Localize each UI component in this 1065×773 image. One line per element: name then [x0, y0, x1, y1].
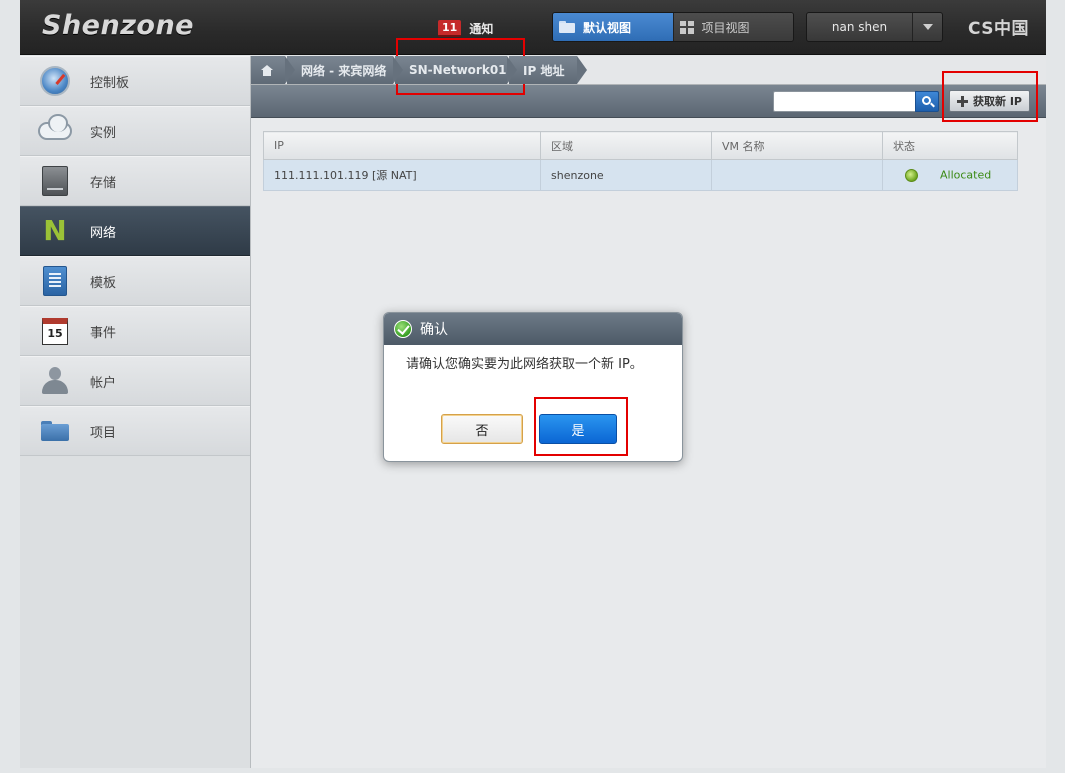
tab-default-view[interactable]: 默认视图 [553, 13, 673, 41]
home-icon [261, 64, 273, 76]
toolbar: 获取新 IP [251, 85, 1046, 118]
sidebar: 控制板 实例 存储 N 网络 模板 15 事件 帐户 项目 [20, 56, 251, 768]
window-bottom-edge [0, 768, 1065, 773]
tab-default-view-label: 默认视图 [583, 20, 632, 35]
app-logo: Shenzone [42, 10, 194, 41]
dialog-message: 请确认您确实要为此网络获取一个新 IP。 [406, 357, 643, 372]
breadcrumb: 网络 - 来宾网络 SN-Network01 IP 地址 [251, 56, 1046, 85]
cell-vm-name [711, 159, 883, 191]
dialog-title: 确认 [420, 322, 448, 338]
template-icon [43, 266, 67, 296]
cell-zone: shenzone [540, 159, 712, 191]
sidebar-item-accounts[interactable]: 帐户 [20, 356, 250, 406]
folder-icon [41, 421, 69, 441]
user-menu[interactable]: nan shen [806, 12, 943, 42]
view-switcher: 默认视图 项目视图 [552, 12, 794, 42]
sidebar-item-label: 存储 [90, 175, 117, 191]
chevron-down-icon[interactable] [912, 13, 942, 41]
status-dot-icon [905, 168, 918, 182]
network-icon: N [43, 214, 67, 247]
table-header-row: IP 区域 VM 名称 状态 [263, 131, 1018, 160]
sidebar-item-label: 实例 [90, 125, 117, 141]
brand-logo: CS中国 [968, 19, 1030, 39]
breadcrumb-ip-addresses: IP 地址 [509, 56, 587, 84]
column-header-vm-name[interactable]: VM 名称 [711, 131, 883, 160]
tab-project-view-label: 项目视图 [701, 20, 750, 35]
breadcrumb-network-name[interactable]: SN-Network01 [395, 56, 517, 84]
notifications-button[interactable]: 11 通知 [438, 19, 493, 37]
column-header-zone[interactable]: 区域 [540, 131, 712, 160]
sidebar-item-projects[interactable]: 项目 [20, 406, 250, 456]
grid-icon [679, 20, 694, 34]
acquire-new-ip-button[interactable]: 获取新 IP [949, 90, 1030, 112]
tab-project-view[interactable]: 项目视图 [672, 13, 793, 41]
calendar-icon: 15 [42, 317, 68, 345]
no-button[interactable]: 否 [441, 414, 523, 444]
acquire-new-ip-label: 获取新 IP [973, 95, 1022, 108]
search-input[interactable] [773, 91, 915, 112]
plus-icon [957, 95, 968, 107]
confirm-dialog: 确认 请确认您确实要为此网络获取一个新 IP。 否 是 [383, 312, 683, 462]
notification-count-badge: 11 [438, 19, 462, 37]
breadcrumb-guest-network[interactable]: 网络 - 来宾网络 [287, 56, 403, 84]
cell-state: Allocated [882, 159, 1018, 191]
cloud-icon [38, 114, 72, 140]
folder-icon [559, 21, 575, 33]
sidebar-item-storage[interactable]: 存储 [20, 156, 250, 206]
cell-ip: 111.111.101.119 [源 NAT] [263, 159, 541, 191]
table-row[interactable]: 111.111.101.119 [源 NAT] shenzone Allocat… [263, 159, 1018, 191]
user-icon [40, 367, 70, 395]
dialog-header: 确认 [384, 313, 682, 345]
sidebar-item-label: 模板 [90, 275, 117, 291]
sidebar-item-label: 网络 [90, 225, 117, 241]
sidebar-item-dashboard[interactable]: 控制板 [20, 56, 250, 106]
sidebar-item-instances[interactable]: 实例 [20, 106, 250, 156]
column-header-state[interactable]: 状态 [882, 131, 1018, 160]
dashboard-icon [40, 66, 70, 96]
sidebar-item-label: 事件 [90, 325, 117, 341]
search-icon [921, 96, 931, 105]
sidebar-item-network[interactable]: N 网络 [20, 206, 250, 256]
notification-label: 通知 [469, 21, 494, 36]
sidebar-item-label: 帐户 [90, 375, 117, 391]
check-icon [394, 320, 412, 338]
yes-button[interactable]: 是 [539, 414, 617, 444]
status-text: Allocated [940, 168, 992, 182]
column-header-ip[interactable]: IP [263, 131, 541, 160]
sidebar-item-templates[interactable]: 模板 [20, 256, 250, 306]
ip-address-table: IP 区域 VM 名称 状态 111.111.101.119 [源 NAT] s… [263, 131, 1018, 191]
breadcrumb-home[interactable] [251, 56, 295, 84]
sidebar-item-label: 控制板 [90, 75, 130, 91]
sidebar-item-label: 项目 [90, 425, 117, 441]
storage-icon [42, 166, 68, 196]
top-header: Shenzone 11 通知 默认视图 项目视图 nan shen CS中国 [20, 0, 1046, 55]
user-name: nan shen [831, 20, 888, 34]
search-button[interactable] [915, 91, 939, 112]
sidebar-item-events[interactable]: 15 事件 [20, 306, 250, 356]
